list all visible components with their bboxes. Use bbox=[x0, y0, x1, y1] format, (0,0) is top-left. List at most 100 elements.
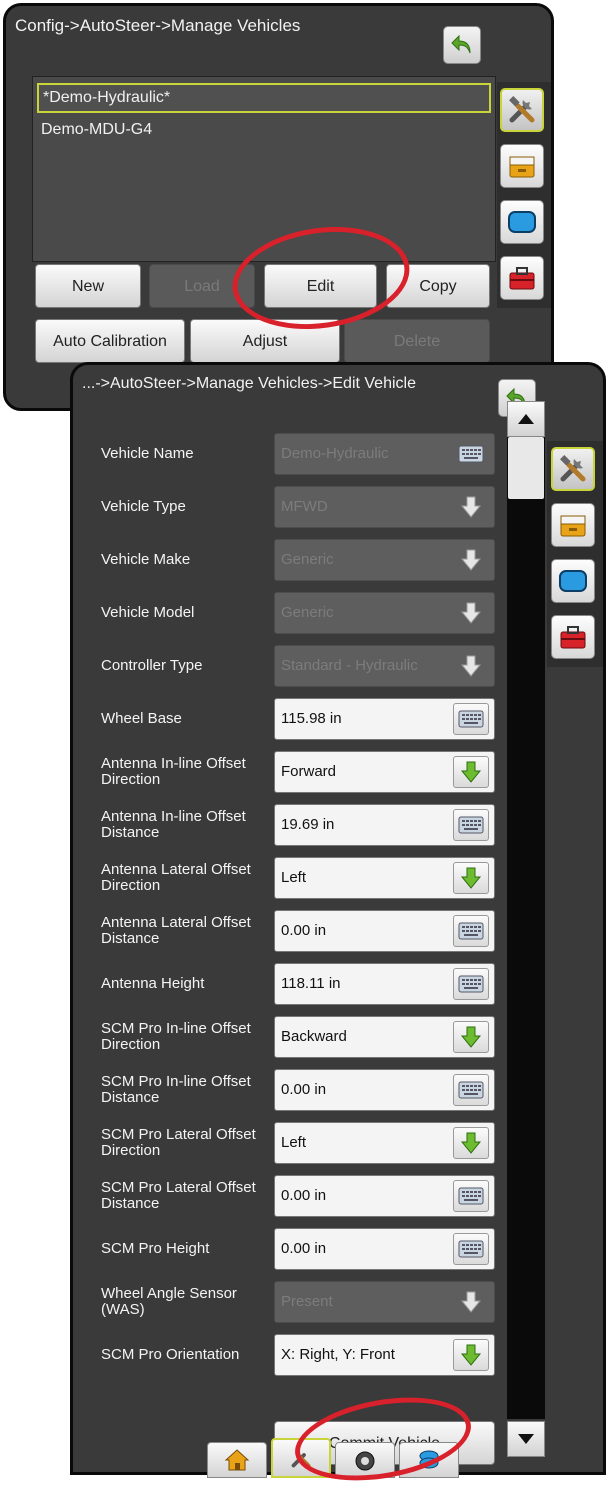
drawer-icon bbox=[509, 156, 535, 178]
field-vehicle-type: MFWD bbox=[274, 486, 495, 528]
label-vehicle-type: Vehicle Type bbox=[101, 498, 186, 515]
dropdown-button[interactable] bbox=[453, 756, 489, 788]
label-scm-pro-orientation: SCM Pro Orientation bbox=[101, 1346, 240, 1363]
label-scm-pro-in-line-offset-distance: SCM Pro In-line Offset Distance bbox=[101, 1073, 251, 1106]
keyboard-button[interactable] bbox=[453, 1233, 489, 1265]
breadcrumb: Config->AutoSteer->Manage Vehicles bbox=[15, 16, 301, 35]
keyboard-icon bbox=[458, 922, 484, 940]
tab-drawer[interactable] bbox=[500, 144, 544, 188]
arrow-down-icon bbox=[460, 1291, 482, 1313]
tab-console[interactable] bbox=[551, 559, 595, 603]
dropdown-button bbox=[453, 491, 489, 523]
tab-drawer[interactable] bbox=[551, 503, 595, 547]
drawer-icon bbox=[560, 515, 586, 537]
toolbox-icon bbox=[560, 626, 586, 649]
field-value: 0.00 in bbox=[281, 1081, 327, 1098]
field-wheel-base[interactable]: 115.98 in bbox=[274, 698, 495, 740]
triangle-down-icon bbox=[518, 1434, 534, 1444]
field-scm-pro-in-line-offset-direction[interactable]: Backward bbox=[274, 1016, 495, 1058]
scrollbar[interactable] bbox=[507, 401, 545, 1457]
field-antenna-in-line-offset-distance[interactable]: 19.69 in bbox=[274, 804, 495, 846]
field-scm-pro-orientation[interactable]: X: Right, Y: Front bbox=[274, 1334, 495, 1376]
console-icon bbox=[508, 211, 536, 233]
field-scm-pro-lateral-offset-direction[interactable]: Left bbox=[274, 1122, 495, 1164]
dropdown-button[interactable] bbox=[453, 862, 489, 894]
field-scm-pro-lateral-offset-distance[interactable]: 0.00 in bbox=[274, 1175, 495, 1217]
field-vehicle-make: Generic bbox=[274, 539, 495, 581]
label-antenna-in-line-offset-direction: Antenna In-line Offset Direction bbox=[101, 755, 246, 788]
back-button[interactable] bbox=[443, 26, 481, 64]
field-antenna-lateral-offset-distance[interactable]: 0.00 in bbox=[274, 910, 495, 952]
field-value: Present bbox=[281, 1293, 333, 1310]
nav-home[interactable] bbox=[207, 1442, 267, 1478]
tab-tools[interactable] bbox=[500, 88, 544, 132]
field-scm-pro-in-line-offset-distance[interactable]: 0.00 in bbox=[274, 1069, 495, 1111]
scroll-up-button[interactable] bbox=[507, 401, 545, 437]
vehicle-item-demo-mdu-g4[interactable]: Demo-MDU-G4 bbox=[37, 115, 491, 145]
field-value: 0.00 in bbox=[281, 922, 327, 939]
tab-toolbox[interactable] bbox=[551, 615, 595, 659]
field-wheel-angle-sensor-was: Present bbox=[274, 1281, 495, 1323]
vehicle-item-demo-hydraulic[interactable]: *Demo-Hydraulic* bbox=[37, 83, 491, 113]
label-antenna-lateral-offset-distance: Antenna Lateral Offset Distance bbox=[101, 914, 251, 947]
field-scm-pro-height[interactable]: 0.00 in bbox=[274, 1228, 495, 1270]
dropdown-button[interactable] bbox=[453, 1339, 489, 1371]
tab-toolbox[interactable] bbox=[500, 256, 544, 300]
keyboard-button[interactable] bbox=[453, 703, 489, 735]
label-vehicle-model: Vehicle Model bbox=[101, 604, 195, 621]
field-value: Generic bbox=[281, 604, 334, 621]
field-antenna-in-line-offset-direction[interactable]: Forward bbox=[274, 751, 495, 793]
field-antenna-height[interactable]: 118.11 in bbox=[274, 963, 495, 1005]
keyboard-button bbox=[453, 438, 489, 470]
manage-vehicles-panel: Config->AutoSteer->Manage Vehicles *Demo… bbox=[3, 3, 554, 411]
label-vehicle-name: Vehicle Name bbox=[101, 445, 194, 462]
arrow-down-icon bbox=[460, 1026, 482, 1048]
field-antenna-lateral-offset-direction[interactable]: Left bbox=[274, 857, 495, 899]
scroll-down-button[interactable] bbox=[507, 1421, 545, 1457]
arrow-down-icon bbox=[460, 761, 482, 783]
field-value: MFWD bbox=[281, 498, 328, 515]
dropdown-button[interactable] bbox=[453, 1021, 489, 1053]
keyboard-icon bbox=[458, 1081, 484, 1099]
keyboard-button[interactable] bbox=[453, 809, 489, 841]
keyboard-button[interactable] bbox=[453, 1074, 489, 1106]
keyboard-button[interactable] bbox=[453, 1180, 489, 1212]
field-value: X: Right, Y: Front bbox=[281, 1346, 395, 1363]
keyboard-icon bbox=[458, 445, 484, 463]
vehicle-list: *Demo-Hydraulic* Demo-MDU-G4 bbox=[32, 76, 496, 262]
back-arrow-icon bbox=[451, 34, 471, 54]
field-value: Standard - Hydraulic bbox=[281, 657, 418, 674]
auto-calibration-button[interactable]: Auto Calibration bbox=[35, 319, 185, 363]
home-icon bbox=[224, 1449, 250, 1471]
tab-tools[interactable] bbox=[551, 447, 595, 491]
label-wheel-base: Wheel Base bbox=[101, 710, 182, 727]
label-scm-pro-lateral-offset-distance: SCM Pro Lateral Offset Distance bbox=[101, 1179, 256, 1212]
arrow-down-icon bbox=[460, 867, 482, 889]
tools-icon bbox=[509, 96, 535, 123]
arrow-down-icon bbox=[460, 1132, 482, 1154]
scroll-thumb[interactable] bbox=[508, 437, 544, 499]
new-button[interactable]: New bbox=[35, 264, 141, 308]
arrow-down-icon bbox=[460, 602, 482, 624]
label-scm-pro-lateral-offset-direction: SCM Pro Lateral Offset Direction bbox=[101, 1126, 256, 1159]
arrow-down-icon bbox=[460, 549, 482, 571]
label-wheel-angle-sensor-was: Wheel Angle Sensor (WAS) bbox=[101, 1285, 237, 1318]
field-value: Generic bbox=[281, 551, 334, 568]
delete-button[interactable]: Delete bbox=[344, 319, 490, 363]
field-value: Left bbox=[281, 869, 307, 886]
field-value: Demo-Hydraulic bbox=[281, 445, 389, 462]
arrow-down-icon bbox=[460, 655, 482, 677]
dropdown-button[interactable] bbox=[453, 1127, 489, 1159]
arrow-down-icon bbox=[460, 496, 482, 518]
keyboard-button[interactable] bbox=[453, 915, 489, 947]
field-value: 118.11 in bbox=[281, 975, 341, 992]
tab-console[interactable] bbox=[500, 200, 544, 244]
keyboard-icon bbox=[458, 1187, 484, 1205]
toolbox-icon bbox=[509, 267, 535, 290]
field-value: Left bbox=[281, 1134, 307, 1151]
field-value: 115.98 in bbox=[281, 710, 342, 727]
keyboard-button[interactable] bbox=[453, 968, 489, 1000]
label-antenna-in-line-offset-distance: Antenna In-line Offset Distance bbox=[101, 808, 246, 841]
field-value: 19.69 in bbox=[281, 816, 335, 833]
field-value: Backward bbox=[281, 1028, 347, 1045]
